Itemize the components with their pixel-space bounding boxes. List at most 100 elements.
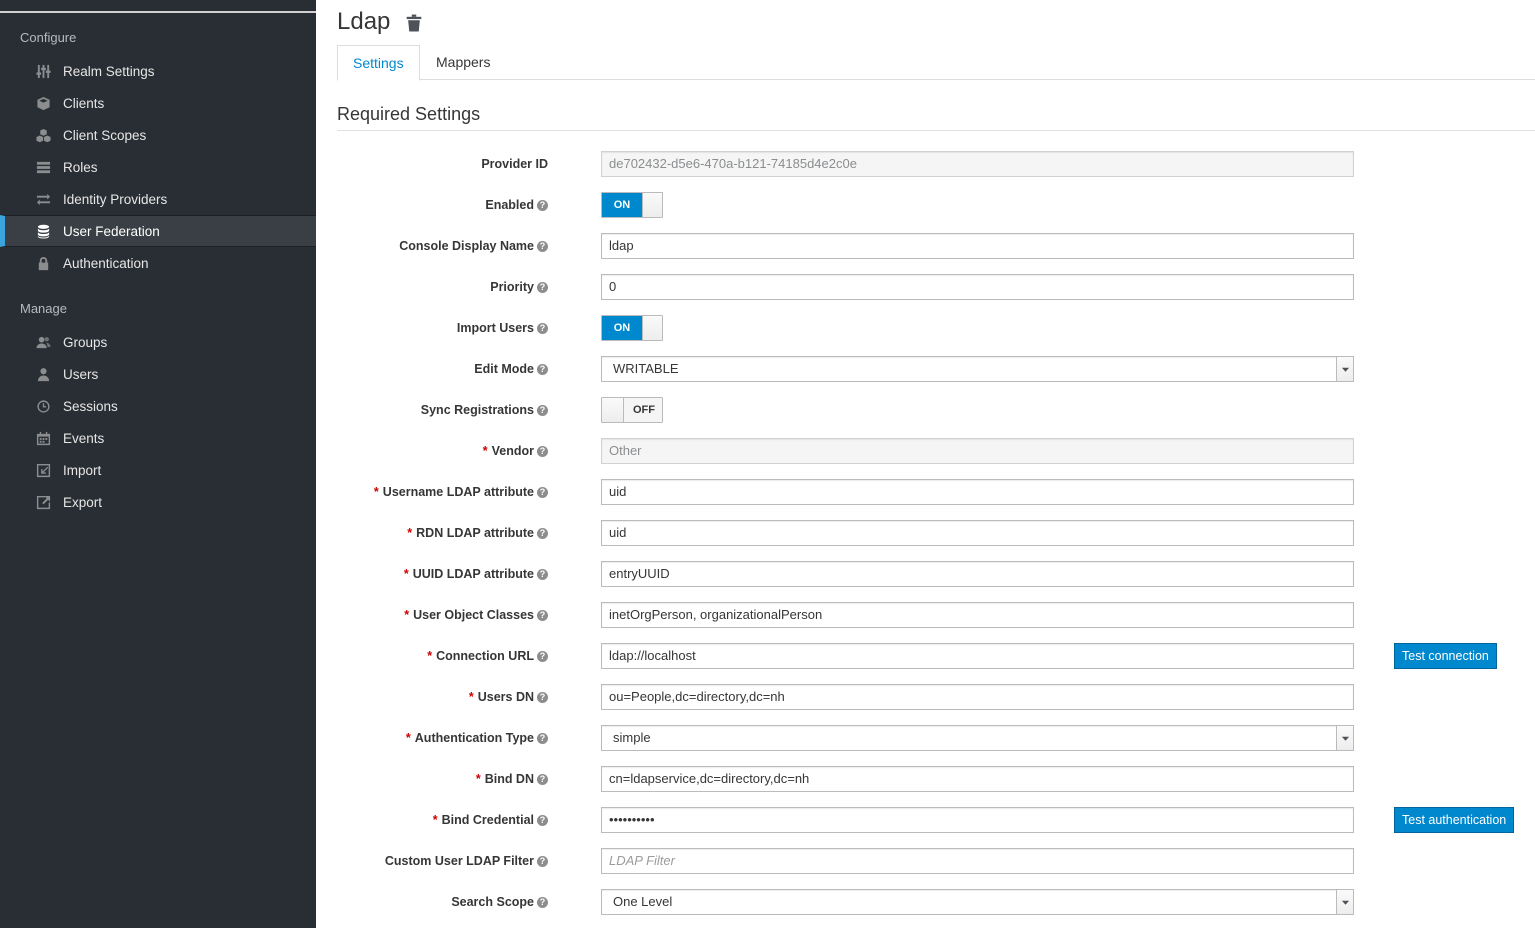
sidebar-item-label: Realm Settings xyxy=(63,63,155,79)
sidebar-item-export[interactable]: Export xyxy=(0,486,316,518)
manage-section-title: Manage xyxy=(20,301,67,316)
help-icon[interactable]: ? xyxy=(537,896,548,908)
authentication-type-select[interactable]: simple xyxy=(601,725,1354,751)
help-icon[interactable]: ? xyxy=(537,814,548,826)
sidebar-item-client-scopes[interactable]: Client Scopes xyxy=(0,119,316,151)
export-icon xyxy=(35,494,51,510)
exchange-icon xyxy=(35,191,51,207)
help-icon[interactable]: ? xyxy=(537,281,548,293)
clock-icon xyxy=(35,398,51,414)
test-authentication-button[interactable]: Test authentication xyxy=(1394,807,1515,833)
user-object-classes-label: * User Object Classes? xyxy=(404,602,548,628)
priority-field[interactable]: 0 xyxy=(601,274,1354,300)
switch-handle xyxy=(642,316,662,340)
rdn-ldap-attribute-label: * RDN LDAP attribute? xyxy=(407,520,548,546)
sidebar-item-identity-providers[interactable]: Identity Providers xyxy=(0,183,316,215)
sidebar-item-label: Identity Providers xyxy=(63,191,168,207)
help-icon[interactable]: ? xyxy=(537,404,548,416)
bind-dn-label: * Bind DN? xyxy=(476,766,548,792)
sidebar-item-sessions[interactable]: Sessions xyxy=(0,390,316,422)
sidebar-item-user-federation[interactable]: User Federation xyxy=(0,215,316,247)
provider-id-field: de702432-d5e6-470a-b121-74185d4e2c0e xyxy=(601,151,1354,177)
users-dn-label: * Users DN? xyxy=(469,684,548,710)
main-content: Ldap Settings Mappers Required Settings … xyxy=(316,0,1535,928)
console-display-name-row: Console Display Name? ldap xyxy=(316,233,1535,259)
username-ldap-attribute-field[interactable]: uid xyxy=(601,479,1354,505)
search-scope-select[interactable]: One Level xyxy=(601,889,1354,915)
bind-dn-row: * Bind DN? cn=ldapservice,dc=directory,dc… xyxy=(316,766,1535,792)
bind-dn-field[interactable]: cn=ldapservice,dc=directory,dc=nh xyxy=(601,766,1354,792)
trash-icon[interactable] xyxy=(405,14,423,32)
help-icon[interactable]: ? xyxy=(537,363,548,375)
help-icon[interactable]: ? xyxy=(537,199,548,211)
edit-mode-select[interactable]: WRITABLE xyxy=(601,356,1354,382)
section-heading: Required Settings xyxy=(337,104,481,124)
help-icon[interactable]: ? xyxy=(537,568,548,580)
sidebar-item-roles[interactable]: Roles xyxy=(0,151,316,183)
sidebar-item-label: Events xyxy=(63,430,105,446)
help-icon[interactable]: ? xyxy=(537,240,548,252)
rdn-ldap-attribute-row: * RDN LDAP attribute? uid xyxy=(316,520,1535,546)
console-display-name-label: Console Display Name? xyxy=(399,233,548,259)
tab-settings[interactable]: Settings xyxy=(337,45,420,81)
help-icon[interactable]: ? xyxy=(537,855,548,867)
help-icon[interactable]: ? xyxy=(537,486,548,498)
help-icon[interactable]: ? xyxy=(537,691,548,703)
username-ldap-attribute-label: * Username LDAP attribute? xyxy=(374,479,548,505)
username-ldap-attribute-row: * Username LDAP attribute? uid xyxy=(316,479,1535,505)
rdn-ldap-attribute-field[interactable]: uid xyxy=(601,520,1354,546)
user-object-classes-field[interactable]: inetOrgPerson, organizationalPerson xyxy=(601,602,1354,628)
configure-section-title: Configure xyxy=(20,30,77,45)
connection-url-label: * Connection URL? xyxy=(427,643,548,669)
authentication-type-row: * Authentication Type? simple xyxy=(316,725,1535,751)
chevron-down-icon xyxy=(1336,726,1353,750)
authentication-type-label: * Authentication Type? xyxy=(406,725,548,751)
help-icon[interactable]: ? xyxy=(537,322,548,334)
help-icon[interactable]: ? xyxy=(537,650,548,662)
custom-user-ldap-filter-field[interactable]: LDAP Filter xyxy=(601,848,1354,874)
help-icon[interactable]: ? xyxy=(537,445,548,457)
bind-credential-field[interactable]: •••••••••• xyxy=(601,807,1354,833)
connection-url-field[interactable]: ldap://localhost xyxy=(601,643,1354,669)
chevron-down-icon xyxy=(1336,357,1353,381)
sidebar-item-label: Import xyxy=(63,462,102,478)
enabled-switch[interactable]: ON xyxy=(601,192,663,218)
sidebar-item-import[interactable]: Import xyxy=(0,454,316,486)
help-icon[interactable]: ? xyxy=(537,527,548,539)
help-icon[interactable]: ? xyxy=(537,609,548,621)
sync-registrations-switch[interactable]: OFF xyxy=(601,397,663,423)
help-icon[interactable]: ? xyxy=(537,773,548,785)
sidebar-item-label: Sessions xyxy=(63,398,118,414)
users-dn-field[interactable]: ou=People,dc=directory,dc=nh xyxy=(601,684,1354,710)
sidebar-item-authentication[interactable]: Authentication xyxy=(0,247,316,279)
uuid-ldap-attribute-field[interactable]: entryUUID xyxy=(601,561,1354,587)
enabled-row: Enabled? ON xyxy=(316,192,1535,218)
sidebar-item-clients[interactable]: Clients xyxy=(0,87,316,119)
vendor-label: * Vendor? xyxy=(483,438,548,464)
sidebar-item-groups[interactable]: Groups xyxy=(0,326,316,358)
users-icon xyxy=(35,334,51,350)
sidebar-item-users[interactable]: Users xyxy=(0,358,316,390)
chevron-down-icon xyxy=(1336,890,1353,914)
provider-id-row: Provider ID de702432-d5e6-470a-b121-7418… xyxy=(316,151,1535,177)
sidebar-item-events[interactable]: Events xyxy=(0,422,316,454)
selected-value: WRITABLE xyxy=(613,361,679,376)
sidebar-item-realm-settings[interactable]: Realm Settings xyxy=(0,55,316,87)
connection-url-row: * Connection URL? ldap://localhost Test c… xyxy=(316,643,1535,669)
import-users-switch[interactable]: ON xyxy=(601,315,663,341)
sidebar: Configure Realm Settings Clients Client … xyxy=(0,0,316,928)
tab-mappers[interactable]: Mappers xyxy=(421,45,505,80)
list-icon xyxy=(35,159,51,175)
sidebar-item-label: Users xyxy=(63,366,99,382)
user-object-classes-row: * User Object Classes? inetOrgPerson, org… xyxy=(316,602,1535,628)
help-icon[interactable]: ? xyxy=(537,732,548,744)
import-users-row: Import Users? ON xyxy=(316,315,1535,341)
test-connection-button[interactable]: Test connection xyxy=(1394,643,1497,669)
section-divider xyxy=(337,130,1535,131)
custom-user-ldap-filter-label: Custom User LDAP Filter? xyxy=(385,848,548,874)
import-icon xyxy=(35,462,51,478)
console-display-name-field[interactable]: ldap xyxy=(601,233,1354,259)
selected-value: simple xyxy=(613,730,651,745)
users-dn-row: * Users DN? ou=People,dc=directory,dc=nh xyxy=(316,684,1535,710)
cube-icon xyxy=(35,95,51,111)
